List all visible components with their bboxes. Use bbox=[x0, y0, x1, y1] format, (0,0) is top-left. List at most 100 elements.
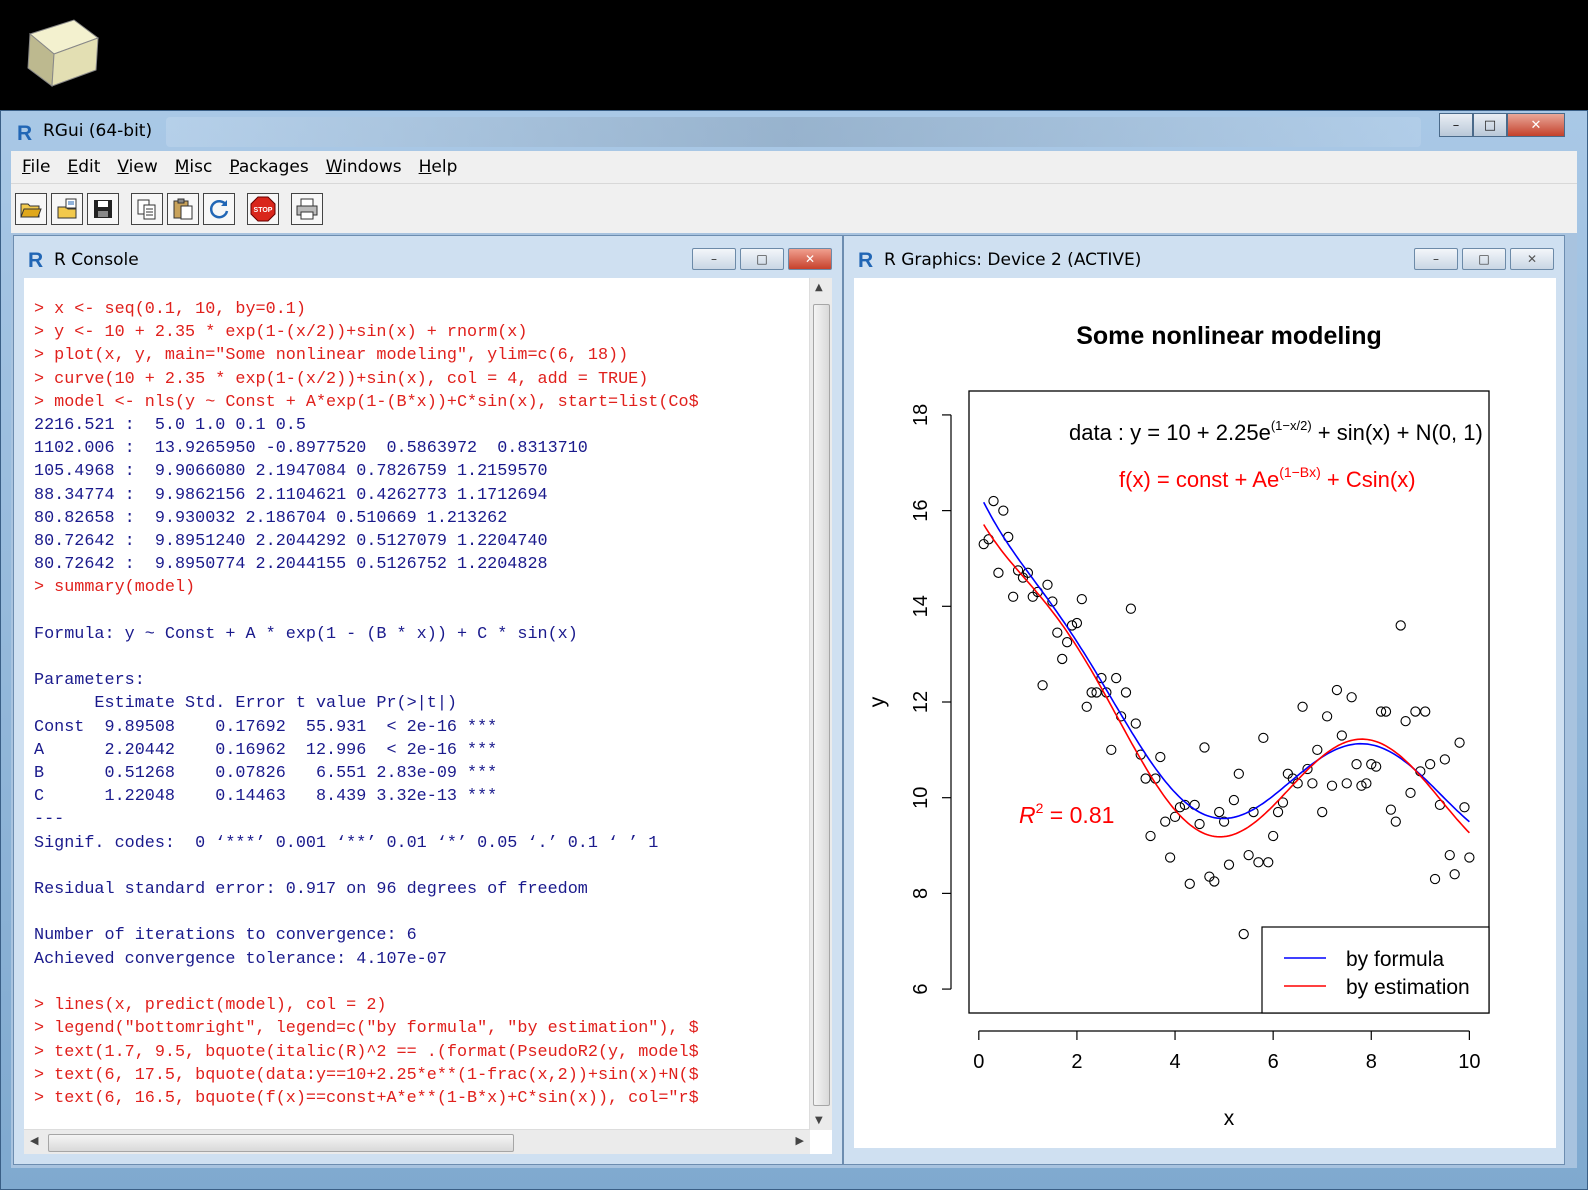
scroll-right-arrow-icon[interactable]: ▶ bbox=[796, 1134, 804, 1147]
data-point bbox=[1390, 816, 1401, 827]
rgui-window: R RGui (64-bit) – □ ✕ File Edit View Misc Pa… bbox=[0, 110, 1588, 1190]
y-tick-label: 14 bbox=[910, 595, 932, 617]
r-graphics-title: R Graphics: Device 2 (ACTIVE) bbox=[884, 250, 1142, 270]
console-input-line: > text(6, 16.5, bquote(f(x)==const+A*e**… bbox=[34, 1088, 699, 1108]
estimation-curve bbox=[983, 524, 1470, 838]
console-output-line: A 2.20442 0.16962 12.996 < 2e-16 *** bbox=[34, 740, 498, 760]
menu-misc[interactable]: Misc bbox=[175, 157, 213, 177]
console-output-line: 80.82658 : 9.930032 2.186704 0.510669 1.… bbox=[34, 508, 508, 528]
paste-button[interactable] bbox=[167, 193, 199, 225]
data-point bbox=[1042, 579, 1053, 590]
horizontal-scrollbar[interactable]: ◀ ▶ bbox=[24, 1129, 810, 1154]
rgui-titlebar[interactable]: R RGui (64-bit) – □ ✕ bbox=[1, 111, 1587, 151]
window-controls: – □ ✕ bbox=[1439, 113, 1565, 137]
r-console-title: R Console bbox=[54, 250, 139, 270]
minimize-button[interactable]: – bbox=[1439, 113, 1473, 137]
r-graphics-titlebar[interactable]: R R Graphics: Device 2 (ACTIVE) – □ ✕ bbox=[844, 236, 1564, 278]
menu-windows[interactable]: Windows bbox=[326, 157, 402, 177]
console-close-button[interactable]: ✕ bbox=[788, 248, 832, 270]
menu-accelerator: E bbox=[67, 157, 79, 177]
desktop-cube-icon[interactable] bbox=[26, 16, 104, 90]
console-input-line: > model <- nls(y ~ Const + A*exp(1-(B*x)… bbox=[34, 392, 699, 412]
data-point bbox=[1307, 778, 1318, 789]
vertical-scrollbar[interactable]: ▲ ▼ bbox=[809, 278, 832, 1130]
menu-file[interactable]: File bbox=[22, 157, 50, 177]
x-tick-label: 0 bbox=[973, 1051, 984, 1073]
toolbar: STOP bbox=[11, 183, 1577, 234]
open-script-button[interactable] bbox=[15, 193, 47, 225]
stop-button[interactable]: STOP bbox=[247, 193, 279, 225]
data-point bbox=[1429, 873, 1441, 885]
save-workspace-icon bbox=[94, 200, 112, 218]
svg-text:R: R bbox=[17, 122, 32, 143]
data-point bbox=[1081, 701, 1092, 712]
data-point bbox=[1444, 849, 1455, 861]
data-point bbox=[1263, 857, 1274, 868]
data-point bbox=[1253, 857, 1264, 868]
y-axis-label: y bbox=[866, 696, 889, 707]
vertical-scroll-thumb[interactable] bbox=[813, 304, 830, 1106]
data-point bbox=[1351, 759, 1362, 770]
menu-packages[interactable]: Packages bbox=[229, 157, 308, 177]
legend-label: by formula bbox=[1346, 948, 1444, 971]
graphics-maximize-button[interactable]: □ bbox=[1462, 248, 1506, 270]
scatter-plot: Some nonlinear modeling 0 2 4 6 8 10 x 6 8 10 12 14 1… bbox=[866, 322, 1490, 1130]
console-text[interactable]: > x <- seq(0.1, 10, by=0.1) > y <- 10 + … bbox=[34, 298, 804, 1110]
data-point bbox=[1454, 737, 1465, 748]
data-point bbox=[1258, 732, 1269, 744]
data-point bbox=[1410, 706, 1421, 717]
menu-view[interactable]: View bbox=[117, 157, 157, 177]
data-point bbox=[993, 567, 1004, 578]
x-axis-label: x bbox=[1224, 1107, 1235, 1130]
load-workspace-icon bbox=[57, 198, 77, 219]
copy-button[interactable] bbox=[131, 193, 163, 225]
menu-accelerator: F bbox=[22, 157, 31, 177]
window-title: RGui (64-bit) bbox=[43, 121, 153, 141]
maximize-button[interactable]: □ bbox=[1473, 113, 1507, 137]
data-point bbox=[1326, 780, 1338, 791]
console-input-line: > lines(x, predict(model), col = 2) bbox=[34, 996, 387, 1016]
data-point bbox=[1155, 751, 1166, 763]
graphics-close-button[interactable]: ✕ bbox=[1510, 248, 1554, 270]
horizontal-scroll-thumb[interactable] bbox=[48, 1134, 514, 1152]
menu-help[interactable]: Help bbox=[419, 157, 458, 177]
close-button[interactable]: ✕ bbox=[1507, 113, 1565, 137]
load-workspace-button[interactable] bbox=[51, 193, 83, 225]
menu-accelerator: M bbox=[174, 157, 190, 177]
x-tick-label: 8 bbox=[1366, 1051, 1377, 1073]
console-maximize-button[interactable]: □ bbox=[740, 248, 784, 270]
console-output-line: C 1.22048 0.14463 8.439 3.32e-13 *** bbox=[34, 787, 498, 807]
scroll-down-arrow-icon[interactable]: ▼ bbox=[815, 1115, 823, 1126]
menu-edit[interactable]: Edit bbox=[67, 157, 100, 177]
y-tick-label: 12 bbox=[910, 691, 932, 713]
svg-text:STOP: STOP bbox=[254, 207, 273, 214]
data-point bbox=[1464, 852, 1475, 863]
svg-text:R: R bbox=[28, 249, 43, 270]
legend-label: by estimation bbox=[1346, 976, 1470, 999]
data-point bbox=[1341, 778, 1352, 789]
scroll-up-arrow-icon[interactable]: ▲ bbox=[815, 282, 823, 293]
print-button[interactable] bbox=[291, 193, 323, 225]
graphics-minimize-button[interactable]: – bbox=[1414, 248, 1458, 270]
r-console-titlebar[interactable]: R R Console – □ ✕ bbox=[14, 236, 842, 278]
console-output-line: Signif. codes: 0 ‘***’ 0.001 ‘**’ 0.01 ‘… bbox=[34, 833, 659, 853]
data-point bbox=[1120, 687, 1132, 698]
r-console-window: R R Console – □ ✕ > x <- seq(0.1, 10, by… bbox=[13, 235, 843, 1165]
menu-accelerator: V bbox=[117, 157, 129, 177]
console-output-line: Const 9.89508 0.17692 55.931 < 2e-16 *** bbox=[34, 717, 498, 737]
save-workspace-button[interactable] bbox=[87, 193, 119, 225]
data-formula-annotation: data : y = 10 + 2.25e(1−x/2) + sin(x) + … bbox=[1069, 418, 1483, 445]
data-point bbox=[1052, 627, 1063, 638]
console-output-area[interactable]: > x <- seq(0.1, 10, by=0.1) > y <- 10 + … bbox=[24, 278, 832, 1154]
console-output-line: Number of iterations to convergence: 6 bbox=[34, 926, 427, 946]
fit-formula-annotation: f(x) = const + Ae(1−Bx) + Csin(x) bbox=[1119, 464, 1416, 492]
console-output-line: 88.34774 : 9.9862156 2.1104621 0.4262773… bbox=[34, 485, 548, 505]
refresh-button[interactable] bbox=[203, 193, 235, 225]
console-input-line: > curve(10 + 2.35 * exp(1-(x/2))+sin(x),… bbox=[34, 369, 649, 389]
svg-text:R: R bbox=[858, 249, 873, 270]
stop-icon: STOP bbox=[250, 196, 276, 222]
y-tick-label: 16 bbox=[910, 499, 932, 521]
scroll-left-arrow-icon[interactable]: ◀ bbox=[30, 1134, 38, 1147]
console-minimize-button[interactable]: – bbox=[692, 248, 736, 270]
data-point bbox=[1194, 818, 1205, 830]
